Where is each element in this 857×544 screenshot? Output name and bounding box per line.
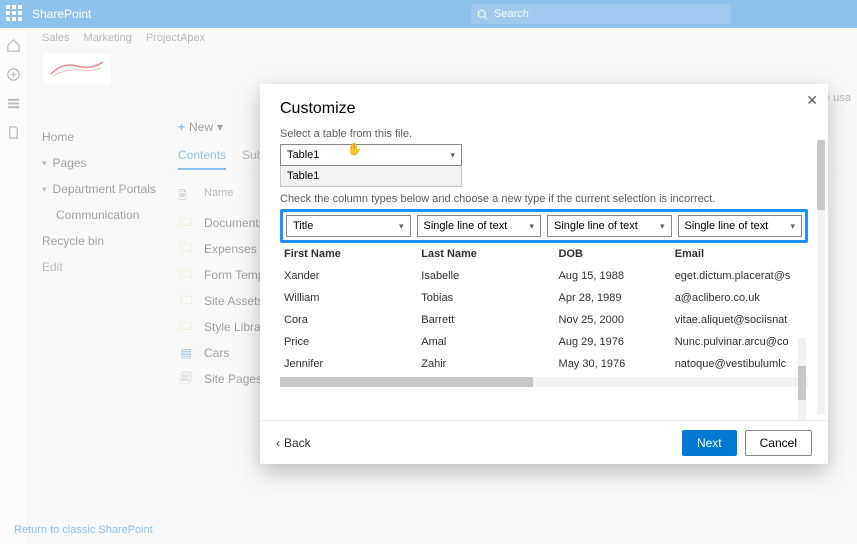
- left-nav: Home ▾Pages ▾Department Portals Communic…: [28, 28, 178, 544]
- dialog-title: Customize: [260, 84, 828, 128]
- chevron-down-icon: ▾: [217, 120, 223, 134]
- list-item-label: Expenses: [204, 242, 257, 256]
- table-cell: Apr 28, 1989: [555, 287, 671, 309]
- new-button[interactable]: +New ▾: [178, 120, 223, 134]
- list-icon[interactable]: [6, 96, 21, 111]
- next-button[interactable]: Next: [682, 430, 737, 456]
- table-cell: Amal: [417, 331, 554, 353]
- chevron-down-icon: ▾: [42, 184, 47, 195]
- product-name: SharePoint: [32, 7, 91, 21]
- nav-pages[interactable]: ▾Pages: [42, 150, 178, 176]
- data-preview-table: First Name Last Name DOB Email XanderIsa…: [280, 243, 808, 387]
- cancel-button[interactable]: Cancel: [745, 430, 812, 456]
- column-type-select-2[interactable]: Single line of text▾: [417, 215, 542, 237]
- folder-icon: 🗀: [178, 267, 194, 283]
- folder-icon: 🗀: [178, 241, 194, 257]
- column-type-select-3[interactable]: Single line of text▾: [547, 215, 672, 237]
- table-cell: Jennifer: [280, 353, 417, 375]
- search-icon: [477, 9, 488, 20]
- table-cell: a@aclibero.co.uk: [671, 287, 808, 309]
- return-classic-link[interactable]: Return to classic SharePoint: [14, 524, 153, 536]
- list-icon: ▤: [178, 345, 194, 361]
- table-row: JenniferZahirMay 30, 1976natoque@vestibu…: [280, 353, 808, 375]
- column-type-instructions: Check the column types below and choose …: [280, 193, 808, 205]
- table-cell: natoque@vestibulumlc: [671, 353, 808, 375]
- table-cell: Price: [280, 331, 417, 353]
- file-icon[interactable]: [6, 125, 21, 140]
- list-item-label: Site Pages: [204, 372, 262, 386]
- back-button[interactable]: ‹Back: [276, 436, 311, 450]
- home-icon[interactable]: [6, 38, 21, 53]
- nav-recycle-bin[interactable]: Recycle bin: [42, 228, 178, 254]
- preview-header: Email: [671, 243, 808, 265]
- table-cell: William: [280, 287, 417, 309]
- nav-edit[interactable]: Edit: [42, 254, 178, 280]
- list-item-label: Documents: [204, 216, 265, 230]
- plus-icon: +: [178, 120, 185, 134]
- column-type-select-4[interactable]: Single line of text▾: [678, 215, 803, 237]
- customize-dialog: ✕ Customize Select a table from this fil…: [260, 84, 828, 464]
- list-item-label: Site Assets: [204, 294, 263, 308]
- doc-icon: 🗎: [178, 187, 194, 206]
- folder-icon: 🗀: [178, 319, 194, 335]
- table-cell: May 30, 1976: [555, 353, 671, 375]
- chevron-down-icon: ▾: [399, 221, 404, 232]
- pages-icon: 🗐: [178, 371, 194, 387]
- nav-home[interactable]: Home: [42, 124, 178, 150]
- table-cell: Barrett: [417, 309, 554, 331]
- search-input[interactable]: Search: [471, 4, 731, 24]
- folder-icon: 🗀: [178, 215, 194, 231]
- table-select-dropdown: Table1: [280, 166, 462, 187]
- nav-communication[interactable]: Communication: [42, 202, 178, 228]
- folder-icon: 🗀: [178, 293, 194, 309]
- dialog-footer: ‹Back Next Cancel: [260, 420, 828, 464]
- app-rail: [0, 28, 28, 544]
- preview-header: Last Name: [417, 243, 554, 265]
- table-row: CoraBarrettNov 25, 2000vitae.aliquet@soc…: [280, 309, 808, 331]
- select-table-label: Select a table from this file.: [280, 128, 808, 140]
- table-cell: Isabelle: [417, 265, 554, 287]
- table-cell: vitae.aliquet@sociisnat: [671, 309, 808, 331]
- chevron-down-icon: ▾: [450, 150, 455, 161]
- preview-horizontal-scrollbar[interactable]: [280, 377, 808, 387]
- table-cell: eget.dictum.placerat@s: [671, 265, 808, 287]
- table-cell: Aug 29, 1976: [555, 331, 671, 353]
- table-cell: Tobias: [417, 287, 554, 309]
- chevron-down-icon: ▾: [529, 221, 534, 232]
- chevron-left-icon: ‹: [276, 436, 280, 450]
- table-row: PriceAmalAug 29, 1976Nunc.pulvinar.arcu@…: [280, 331, 808, 353]
- table-cell: Xander: [280, 265, 417, 287]
- search-placeholder: Search: [494, 8, 529, 20]
- table-row: WilliamTobiasApr 28, 1989a@aclibero.co.u…: [280, 287, 808, 309]
- tab-contents[interactable]: Contents: [178, 142, 226, 170]
- table-row: XanderIsabelleAug 15, 1988eget.dictum.pl…: [280, 265, 808, 287]
- close-button[interactable]: ✕: [806, 92, 818, 109]
- table-cell: Nunc.pulvinar.arcu@co: [671, 331, 808, 353]
- nav-department-portals[interactable]: ▾Department Portals: [42, 176, 178, 202]
- list-item-label: Cars: [204, 346, 229, 360]
- column-type-select-1[interactable]: Title▾: [286, 215, 411, 237]
- table-option[interactable]: Table1: [281, 166, 461, 186]
- preview-header: DOB: [555, 243, 671, 265]
- table-select-value: Table1: [287, 149, 319, 161]
- column-type-row: Title▾ Single line of text▾ Single line …: [280, 209, 808, 243]
- preview-header: First Name: [280, 243, 417, 265]
- table-select[interactable]: Table1 ▾ ✋: [280, 144, 462, 166]
- table-cell: Zahir: [417, 353, 554, 375]
- plus-circle-icon[interactable]: [6, 67, 21, 82]
- app-launcher-icon[interactable]: [6, 5, 24, 23]
- table-cell: Cora: [280, 309, 417, 331]
- chevron-down-icon: ▾: [790, 221, 795, 232]
- cursor-icon: ✋: [347, 142, 362, 156]
- suite-bar: SharePoint Search: [0, 0, 857, 28]
- preview-vertical-scrollbar[interactable]: [798, 338, 806, 420]
- chevron-down-icon: ▾: [42, 158, 47, 169]
- column-header-name[interactable]: Name: [204, 187, 233, 206]
- table-cell: Aug 15, 1988: [555, 265, 671, 287]
- table-cell: Nov 25, 2000: [555, 309, 671, 331]
- chevron-down-icon: ▾: [660, 221, 665, 232]
